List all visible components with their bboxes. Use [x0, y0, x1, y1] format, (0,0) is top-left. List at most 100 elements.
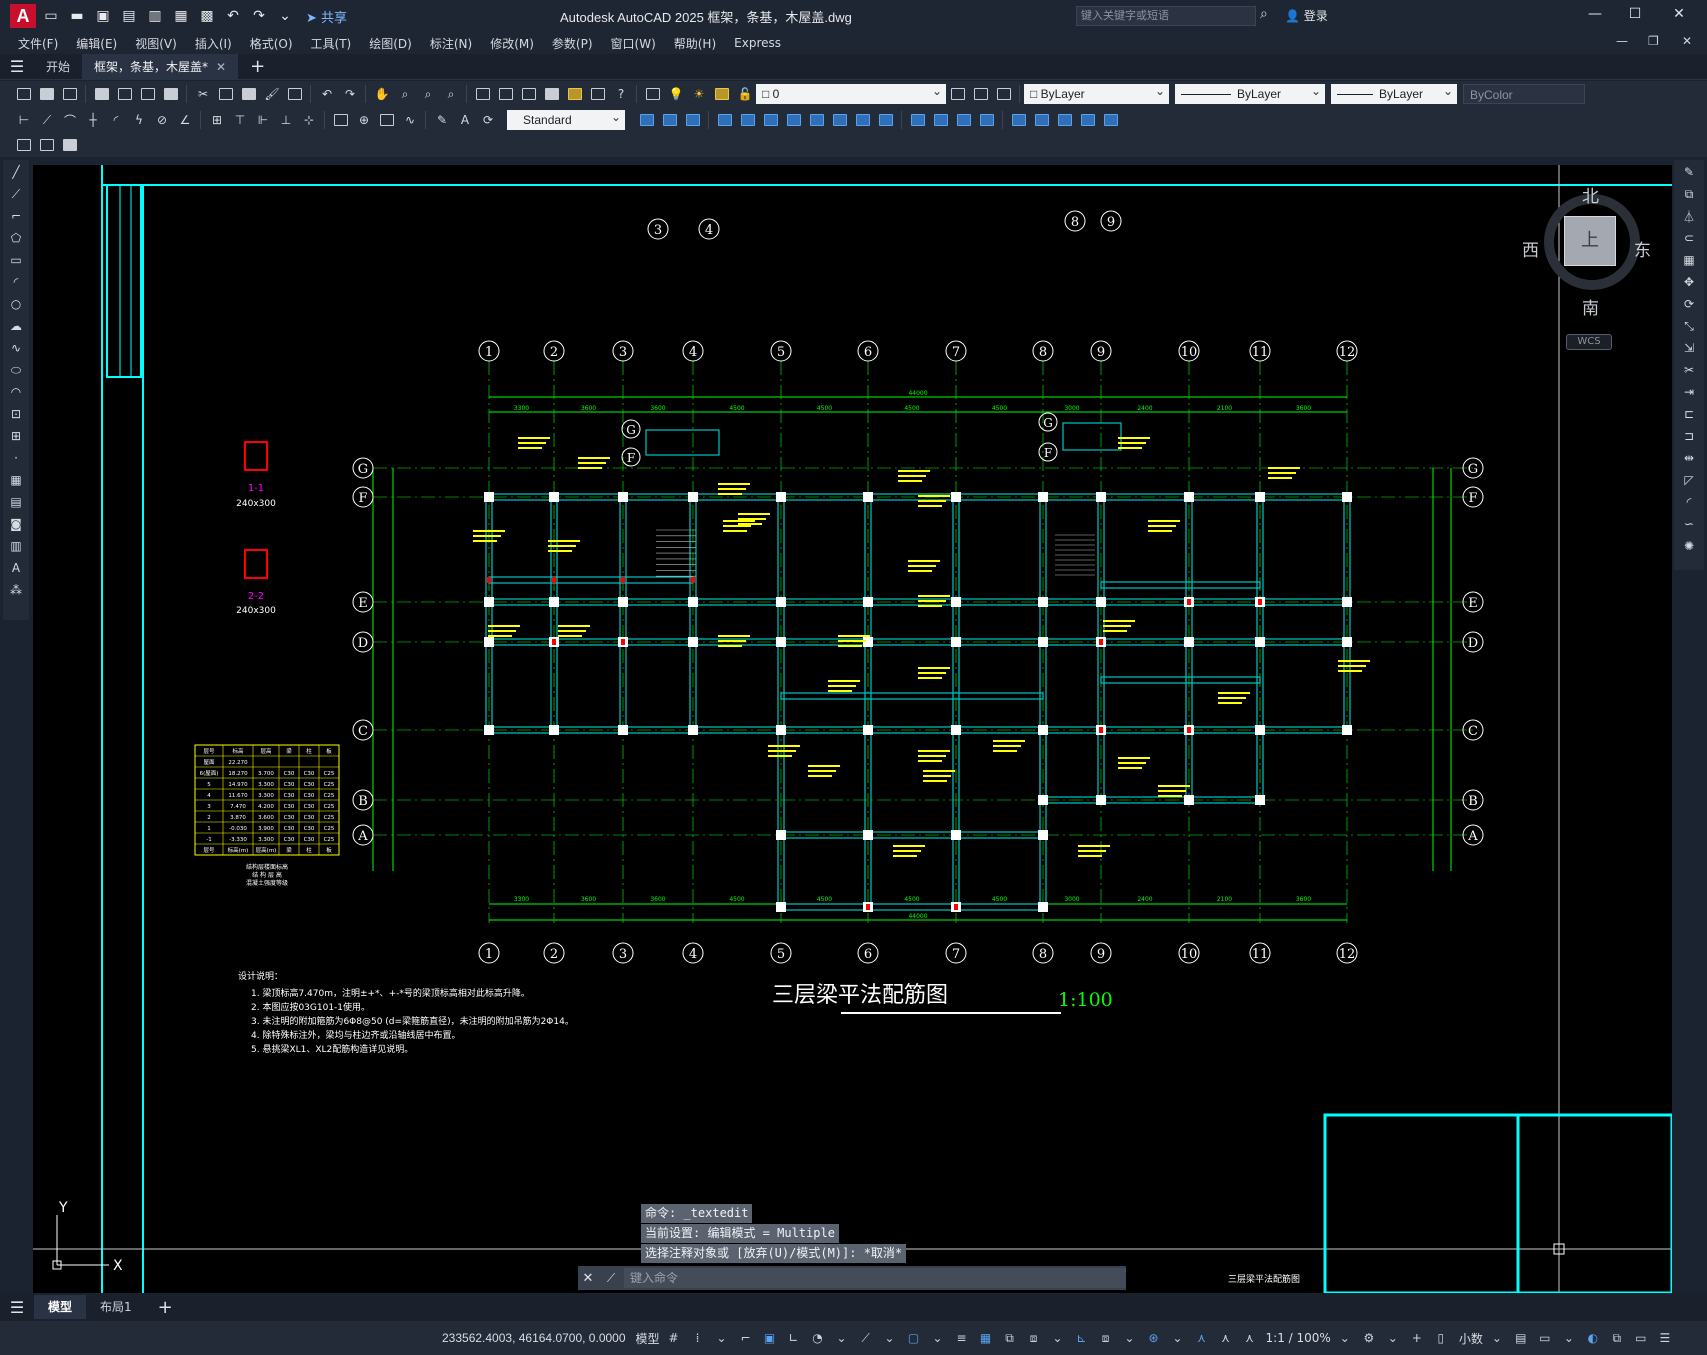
explode-icon[interactable]: ✺ [1679, 536, 1699, 556]
app-menu-icon[interactable]: ☰ [0, 57, 34, 76]
menu-format[interactable]: 格式(O) [241, 35, 302, 52]
linetype-dropdown[interactable]: ByLayer [1175, 81, 1325, 104]
save-icon[interactable] [59, 84, 81, 104]
extend-icon[interactable]: ⇥ [1679, 382, 1699, 402]
thicken-icon[interactable] [930, 110, 952, 130]
construction-line-icon[interactable]: ⟋ [6, 184, 26, 204]
menu-window[interactable]: 窗口(W) [602, 35, 665, 52]
auto-scale-icon[interactable]: ⋏ [1192, 1328, 1212, 1348]
polyline-icon[interactable]: ⌐ [6, 206, 26, 226]
customization-icon[interactable]: ☰ [1655, 1328, 1675, 1348]
presspull-icon[interactable] [737, 110, 759, 130]
line-icon[interactable]: ╱ [6, 162, 26, 182]
command-input[interactable]: 键入命令 [624, 1268, 1126, 1288]
stretch-icon[interactable]: ⇲ [1679, 338, 1699, 358]
3d-dwf-icon[interactable] [160, 84, 182, 104]
menu-parametric[interactable]: 参数(P) [543, 35, 602, 52]
ordinate-dimension-icon[interactable]: ┼ [82, 110, 104, 130]
doc-minimize-button[interactable]: — [1616, 34, 1628, 48]
ucs-view-icon[interactable] [1077, 110, 1099, 130]
object-snap-tracking-icon[interactable]: ▢ [904, 1328, 924, 1348]
isodraft-icon[interactable]: ⟋ [856, 1328, 876, 1348]
polar-menu-icon[interactable]: ⌄ [832, 1328, 852, 1348]
snap-menu-icon[interactable]: ⌄ [712, 1328, 732, 1348]
gizmo-icon[interactable]: ⌄ [1120, 1328, 1140, 1348]
compass-south[interactable]: 南 [1582, 294, 1599, 319]
revolve-icon[interactable] [783, 110, 805, 130]
model-space-toggle[interactable]: 模型 [636, 1330, 660, 1347]
revision-cloud-icon[interactable]: ☁ [6, 316, 26, 336]
point-icon[interactable]: · [6, 448, 26, 468]
new-icon[interactable] [13, 84, 35, 104]
cut-icon[interactable]: ✂ [192, 84, 214, 104]
array-icon[interactable]: ▦ [1679, 250, 1699, 270]
polygon-icon[interactable]: ⬠ [6, 228, 26, 248]
infer-constraints-icon[interactable]: ⌐ [736, 1328, 756, 1348]
menu-express[interactable]: Express [725, 36, 790, 50]
join-icon[interactable]: ⇹ [1679, 448, 1699, 468]
layer-translator-icon[interactable] [59, 135, 81, 155]
export-icon[interactable]: ▦ [170, 5, 192, 27]
mirror-icon[interactable]: ⏃ [1679, 206, 1699, 226]
ucs-origin-icon[interactable] [1054, 110, 1076, 130]
menu-tools[interactable]: 工具(T) [302, 35, 361, 52]
object-snap-menu-icon[interactable]: ⌄ [928, 1328, 948, 1348]
sweep-icon[interactable] [760, 110, 782, 130]
layer-manager-icon[interactable] [13, 135, 35, 155]
annotation-scale-arrow-icon[interactable]: ⋏ [1240, 1328, 1260, 1348]
ucs-icon[interactable] [1008, 110, 1030, 130]
hatch-icon[interactable]: ▦ [6, 470, 26, 490]
workspace-gear-icon[interactable]: ⚙ [1359, 1328, 1379, 1348]
menu-draw[interactable]: 绘图(D) [360, 35, 421, 52]
selection-cycling-icon[interactable]: ⧉ [1000, 1328, 1020, 1348]
lock-ui-icon[interactable]: ▭ [1535, 1328, 1555, 1348]
transparency-icon[interactable]: ▦ [976, 1328, 996, 1348]
freeze-icon[interactable] [711, 84, 733, 104]
3d-osnap-menu-icon[interactable]: ⌄ [1048, 1328, 1068, 1348]
selection-filter-icon[interactable]: ⧈ [1096, 1328, 1116, 1348]
blend-curves-icon[interactable]: ∽ [1679, 514, 1699, 534]
customize-qat-icon[interactable]: ⌄ [274, 5, 296, 27]
insert-block-icon[interactable]: ⊡ [6, 404, 26, 424]
break-at-point-icon[interactable]: ⊏ [1679, 404, 1699, 424]
zoom-realtime-icon[interactable]: ⌕ [394, 84, 416, 104]
diameter-dimension-icon[interactable]: ⊘ [151, 110, 173, 130]
jogged-linear-icon[interactable]: ∿ [399, 110, 421, 130]
new-tab-icon[interactable]: + [250, 56, 265, 77]
dimension-edit-icon[interactable]: ✎ [431, 110, 453, 130]
new-file-icon[interactable]: ▭ [40, 5, 62, 27]
dynamic-input-icon[interactable]: ▣ [760, 1328, 780, 1348]
menu-view[interactable]: 视图(V) [126, 35, 186, 52]
break-icon[interactable]: ⊐ [1679, 426, 1699, 446]
menu-dimension[interactable]: 标注(N) [421, 35, 481, 52]
block-editor-icon[interactable] [284, 84, 306, 104]
layer-walk-icon[interactable] [36, 135, 58, 155]
intersect-icon[interactable] [875, 110, 897, 130]
pan-icon[interactable]: ✋ [371, 84, 393, 104]
gradient-icon[interactable]: ▤ [6, 492, 26, 512]
viewcube[interactable]: 上 北 南 东 西 WCS [1522, 182, 1651, 350]
undo-icon[interactable]: ↶ [222, 5, 244, 27]
publish-icon[interactable]: ▥ [144, 5, 166, 27]
rectangle-icon[interactable]: ▭ [6, 250, 26, 270]
slice-icon[interactable] [907, 110, 929, 130]
annotation-scale[interactable]: 1:1 / 100% [1266, 1331, 1331, 1345]
isodraft-menu-icon[interactable]: ⌄ [880, 1328, 900, 1348]
ellipse-icon[interactable]: ⬭ [6, 360, 26, 380]
linear-dimension-icon[interactable]: ⊢ [13, 110, 35, 130]
compass-west[interactable]: 西 [1522, 236, 1539, 261]
graphics-performance-icon[interactable]: ⧉ [1607, 1328, 1627, 1348]
maximize-button[interactable]: ☐ [1620, 6, 1650, 22]
imprint-icon[interactable] [953, 110, 975, 130]
chamfer-icon[interactable]: ◸ [1679, 470, 1699, 490]
rotate-icon[interactable]: ⟳ [1679, 294, 1699, 314]
command-prompt-icon[interactable]: ⟋ [598, 1271, 624, 1286]
3d-object-snap-icon[interactable]: ⧈ [1024, 1328, 1044, 1348]
help-icon[interactable]: ? [610, 84, 632, 104]
angular-dimension-icon[interactable]: ∠ [174, 110, 196, 130]
subtract-icon[interactable] [852, 110, 874, 130]
share-button[interactable]: ➤ 共享 [306, 7, 347, 26]
region-icon[interactable]: ◙ [6, 514, 26, 534]
autocad-logo-icon[interactable]: A [10, 4, 36, 28]
cone-3d-icon[interactable] [682, 110, 704, 130]
